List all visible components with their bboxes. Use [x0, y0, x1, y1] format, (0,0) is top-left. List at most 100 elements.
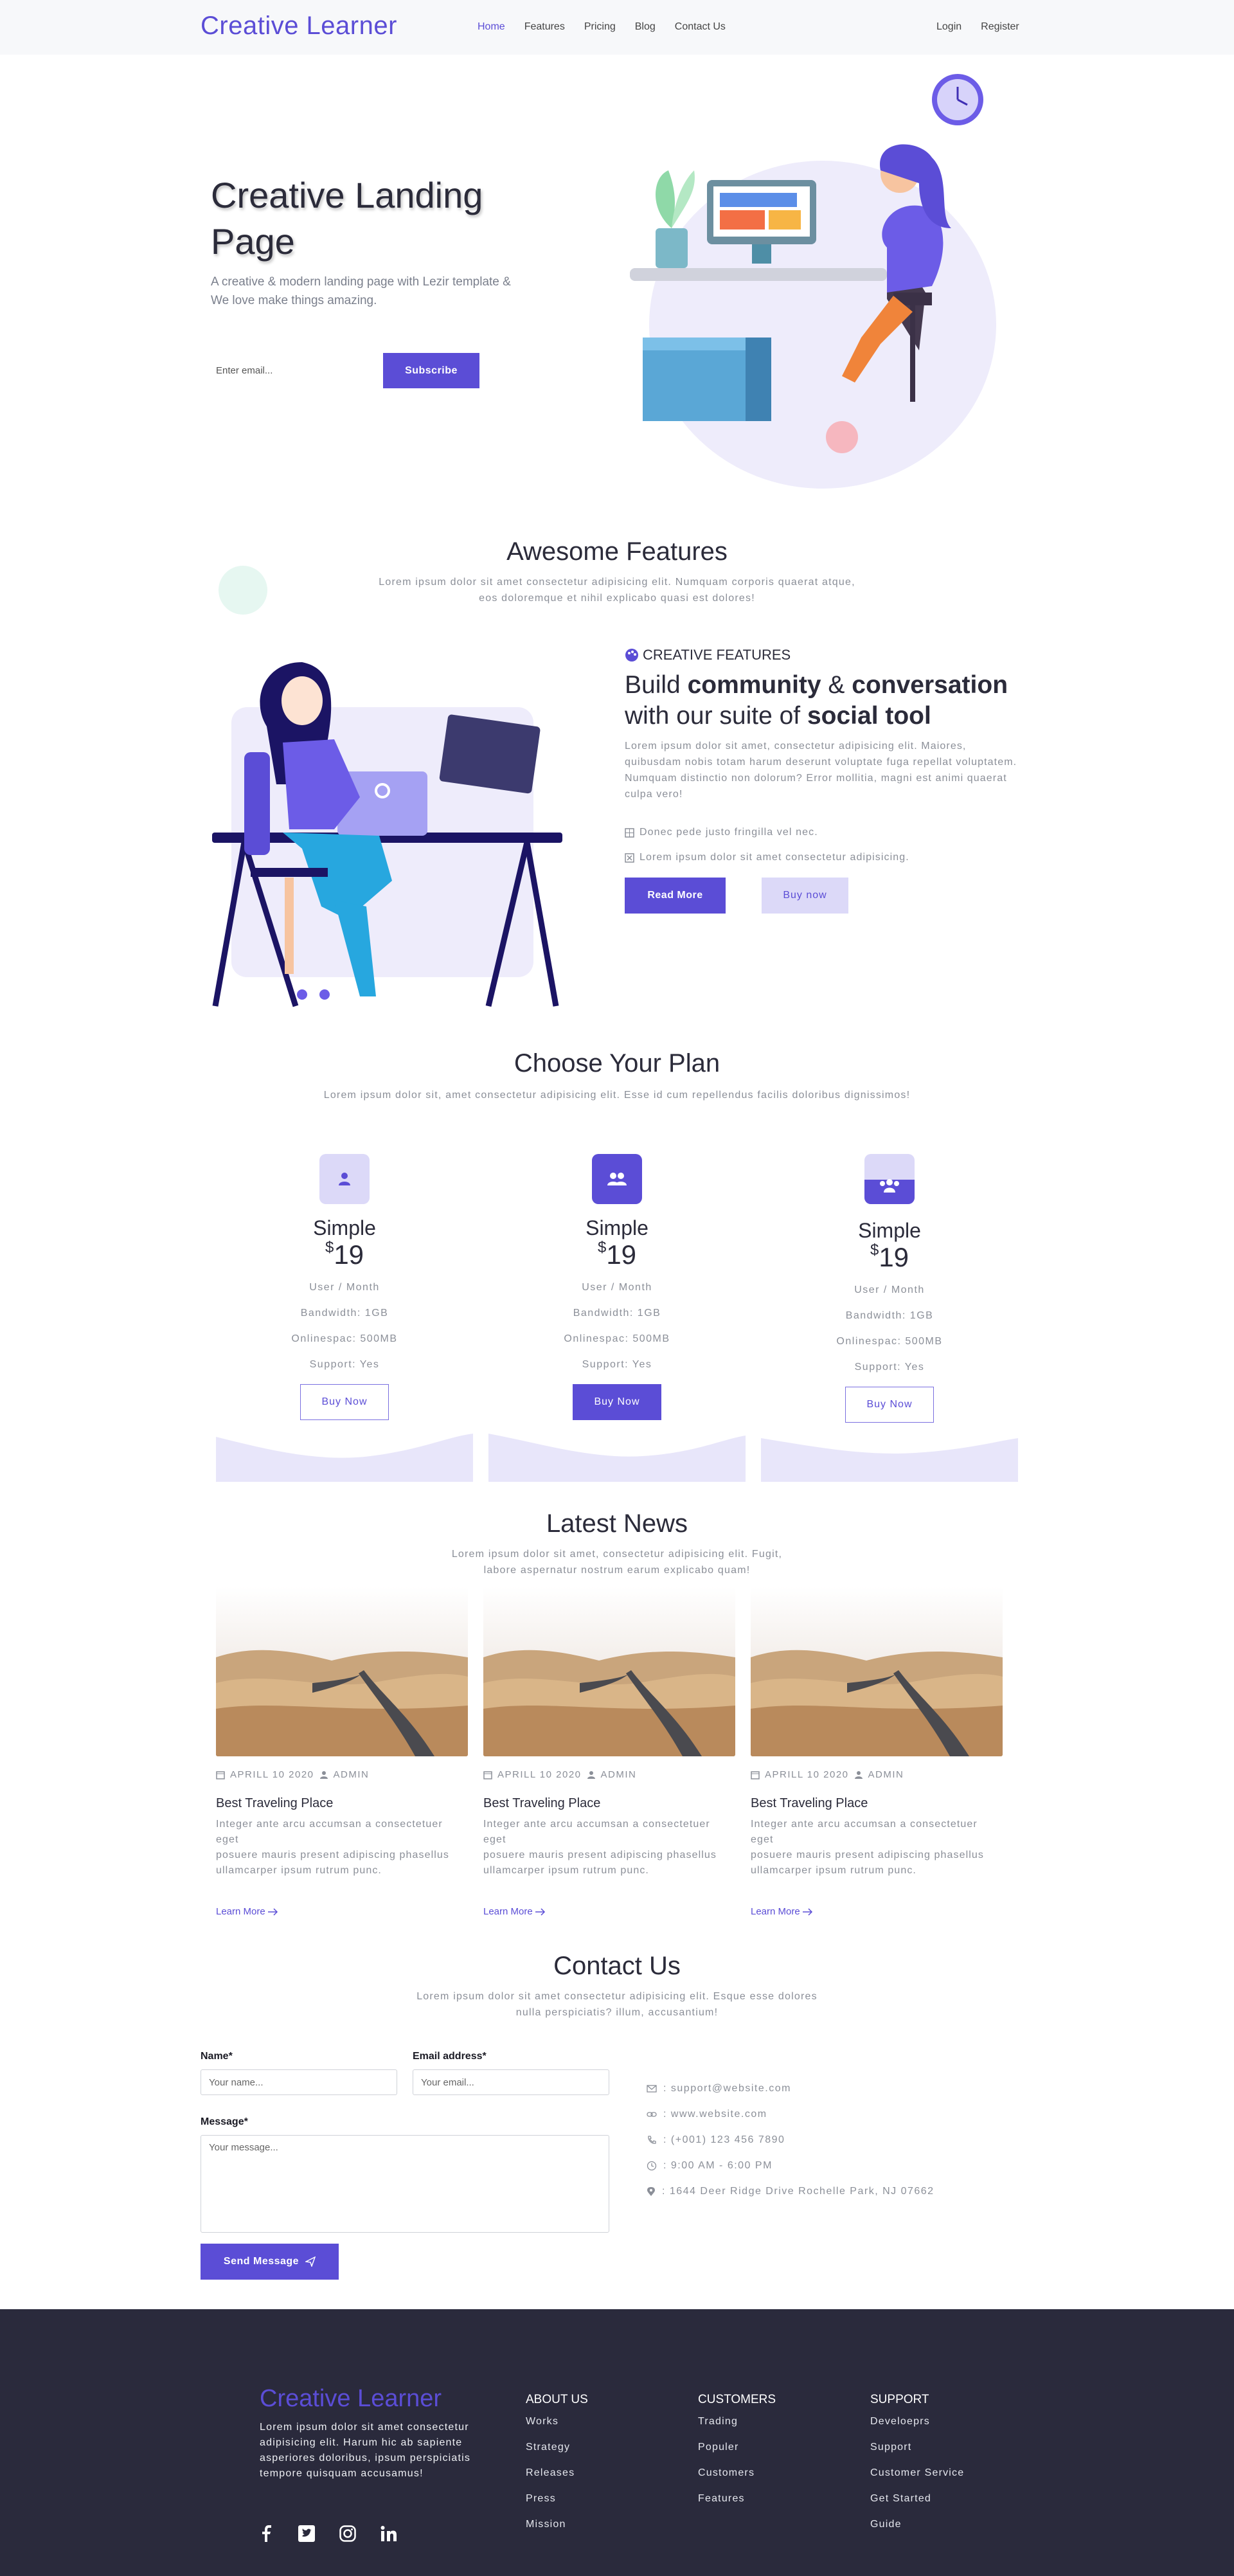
news-post-title[interactable]: Best Traveling Place [216, 1796, 333, 1811]
plan-card: Simple $19 User / Month Bandwidth: 1GB O… [488, 1141, 746, 1482]
brand-logo[interactable]: Creative Learner [201, 12, 397, 41]
message-textarea[interactable] [201, 2135, 609, 2233]
nav-auth: Login Register [936, 21, 1019, 33]
nav-link-blog[interactable]: Blog [635, 21, 656, 33]
nav-link-contact[interactable]: Contact Us [675, 21, 726, 33]
clock-icon [647, 2161, 657, 2171]
contact-website: : www.website.com [647, 2109, 767, 2120]
decor-circle [219, 566, 267, 615]
contact-title: Contact Us [553, 1952, 681, 1980]
plan-period: User / Month [854, 1284, 925, 1295]
footer-link[interactable]: Populer [698, 2442, 739, 2453]
news-excerpt: Integer ante arcu accumsan a consectetue… [483, 1819, 717, 1876]
plan-bandwidth: Bandwidth: 1GB [845, 1310, 934, 1321]
plan-price: $19 [325, 1239, 364, 1270]
news-meta: APRILL 10 2020 ADMIN [483, 1769, 636, 1780]
calendar-icon [483, 1770, 492, 1779]
email-label: Email address* [413, 2051, 487, 2062]
plan-buy-button[interactable]: Buy Now [300, 1384, 389, 1420]
login-link[interactable]: Login [936, 21, 961, 33]
user-icon [587, 1770, 595, 1779]
footer-link[interactable]: Get Started [870, 2493, 931, 2505]
name-input[interactable] [201, 2069, 397, 2095]
contact-email: : support@website.com [647, 2083, 791, 2094]
feature-label-text: CREATIVE FEATURES [643, 647, 791, 663]
footer-link[interactable]: Guide [870, 2519, 902, 2530]
nav-link-pricing[interactable]: Pricing [584, 21, 616, 33]
news-subtitle: Lorem ipsum dolor sit amet, consectetur … [451, 1549, 783, 1576]
pricing-subtitle: Lorem ipsum dolor sit, amet consectetur … [323, 1090, 911, 1101]
nav-link-features[interactable]: Features [524, 21, 565, 33]
linkedin-icon[interactable] [380, 2525, 397, 2542]
footer-link[interactable]: Develoeprs [870, 2416, 930, 2427]
learn-more-link[interactable]: Learn More [751, 1906, 813, 1917]
arrow-right-icon [535, 1907, 545, 1916]
footer-brand[interactable]: Creative Learner [260, 2385, 442, 2413]
plan-storage: Onlinespac: 500MB [291, 1333, 398, 1344]
plan-bandwidth: Bandwidth: 1GB [573, 1308, 661, 1319]
email-input[interactable] [413, 2069, 609, 2095]
link-icon [647, 2112, 657, 2117]
plan-bandwidth: Bandwidth: 1GB [300, 1308, 389, 1319]
read-more-button[interactable]: Read More [625, 878, 726, 914]
footer-link[interactable]: Releases [526, 2467, 575, 2479]
calendar-icon [751, 1770, 760, 1779]
hero-illustration [630, 74, 996, 489]
footer-link[interactable]: Mission [526, 2519, 566, 2530]
nav-links: Home Features Pricing Blog Contact Us [478, 21, 726, 33]
news-post-title[interactable]: Best Traveling Place [751, 1796, 868, 1811]
plan-period: User / Month [582, 1282, 652, 1293]
footer-link[interactable]: Trading [698, 2416, 738, 2427]
learn-more-link[interactable]: Learn More [216, 1906, 278, 1917]
social-links [260, 2525, 397, 2542]
features-subtitle: Lorem ipsum dolor sit amet consectetur a… [379, 577, 855, 604]
plan-support: Support: Yes [854, 1362, 925, 1373]
twitter-square-icon[interactable] [298, 2525, 315, 2542]
footer-link[interactable]: Works [526, 2416, 559, 2427]
instagram-icon[interactable] [339, 2525, 356, 2542]
hero-subtitle: A creative & modern landing page with Le… [211, 275, 511, 307]
footer-link[interactable]: Strategy [526, 2442, 570, 2453]
plan-storage: Onlinespac: 500MB [836, 1336, 943, 1347]
plan-buy-button[interactable]: Buy Now [573, 1384, 661, 1420]
register-link[interactable]: Register [981, 21, 1019, 33]
plan-support: Support: Yes [582, 1359, 652, 1370]
buy-now-button[interactable]: Buy now [762, 878, 848, 914]
feature-item: Donec pede justo fringilla vel nec. [625, 827, 818, 838]
feature-illustration [212, 662, 562, 1007]
contact-address: : 1644 Deer Ridge Drive Rochelle Park, N… [647, 2186, 934, 2197]
news-post-title[interactable]: Best Traveling Place [483, 1796, 600, 1811]
news-image[interactable] [216, 1587, 468, 1756]
footer-link[interactable]: Press [526, 2493, 556, 2505]
footer-link[interactable]: Customer Service [870, 2467, 964, 2479]
plan-support: Support: Yes [309, 1359, 380, 1370]
calendar-icon [216, 1770, 225, 1779]
news-image[interactable] [751, 1587, 1003, 1756]
plan-name: Simple [586, 1216, 648, 1239]
hero-title: Creative Landing Page [211, 175, 483, 262]
news-image[interactable] [483, 1587, 735, 1756]
subscribe-button[interactable]: Subscribe [383, 353, 479, 388]
footer-link[interactable]: Features [698, 2493, 745, 2505]
feature-item: Lorem ipsum dolor sit amet consectetur a… [625, 852, 909, 863]
news-meta: APRILL 10 2020 ADMIN [216, 1769, 369, 1780]
plan-price: $19 [597, 1239, 637, 1270]
plan-buy-button[interactable]: Buy Now [845, 1387, 934, 1423]
navbar: Creative Learner Home Features Pricing B… [0, 0, 1234, 55]
footer-link[interactable]: Customers [698, 2467, 755, 2479]
hero-email-input[interactable] [211, 357, 371, 383]
footer-link[interactable]: Support [870, 2442, 911, 2453]
facebook-icon[interactable] [260, 2525, 274, 2542]
arrow-right-icon [802, 1907, 812, 1916]
plan-price: $19 [870, 1241, 909, 1272]
close-box-icon [625, 852, 634, 863]
learn-more-link[interactable]: Learn More [483, 1906, 546, 1917]
map-pin-icon [647, 2187, 655, 2196]
nav-link-home[interactable]: Home [478, 21, 505, 33]
team-icon [864, 1154, 915, 1204]
phone-icon [648, 2136, 656, 2144]
plan-wave [216, 1434, 473, 1482]
news-excerpt: Integer ante arcu accumsan a consectetue… [751, 1819, 985, 1876]
send-message-button[interactable]: Send Message [201, 2244, 339, 2280]
footer-col-title: CUSTOMERS [698, 2393, 776, 2406]
